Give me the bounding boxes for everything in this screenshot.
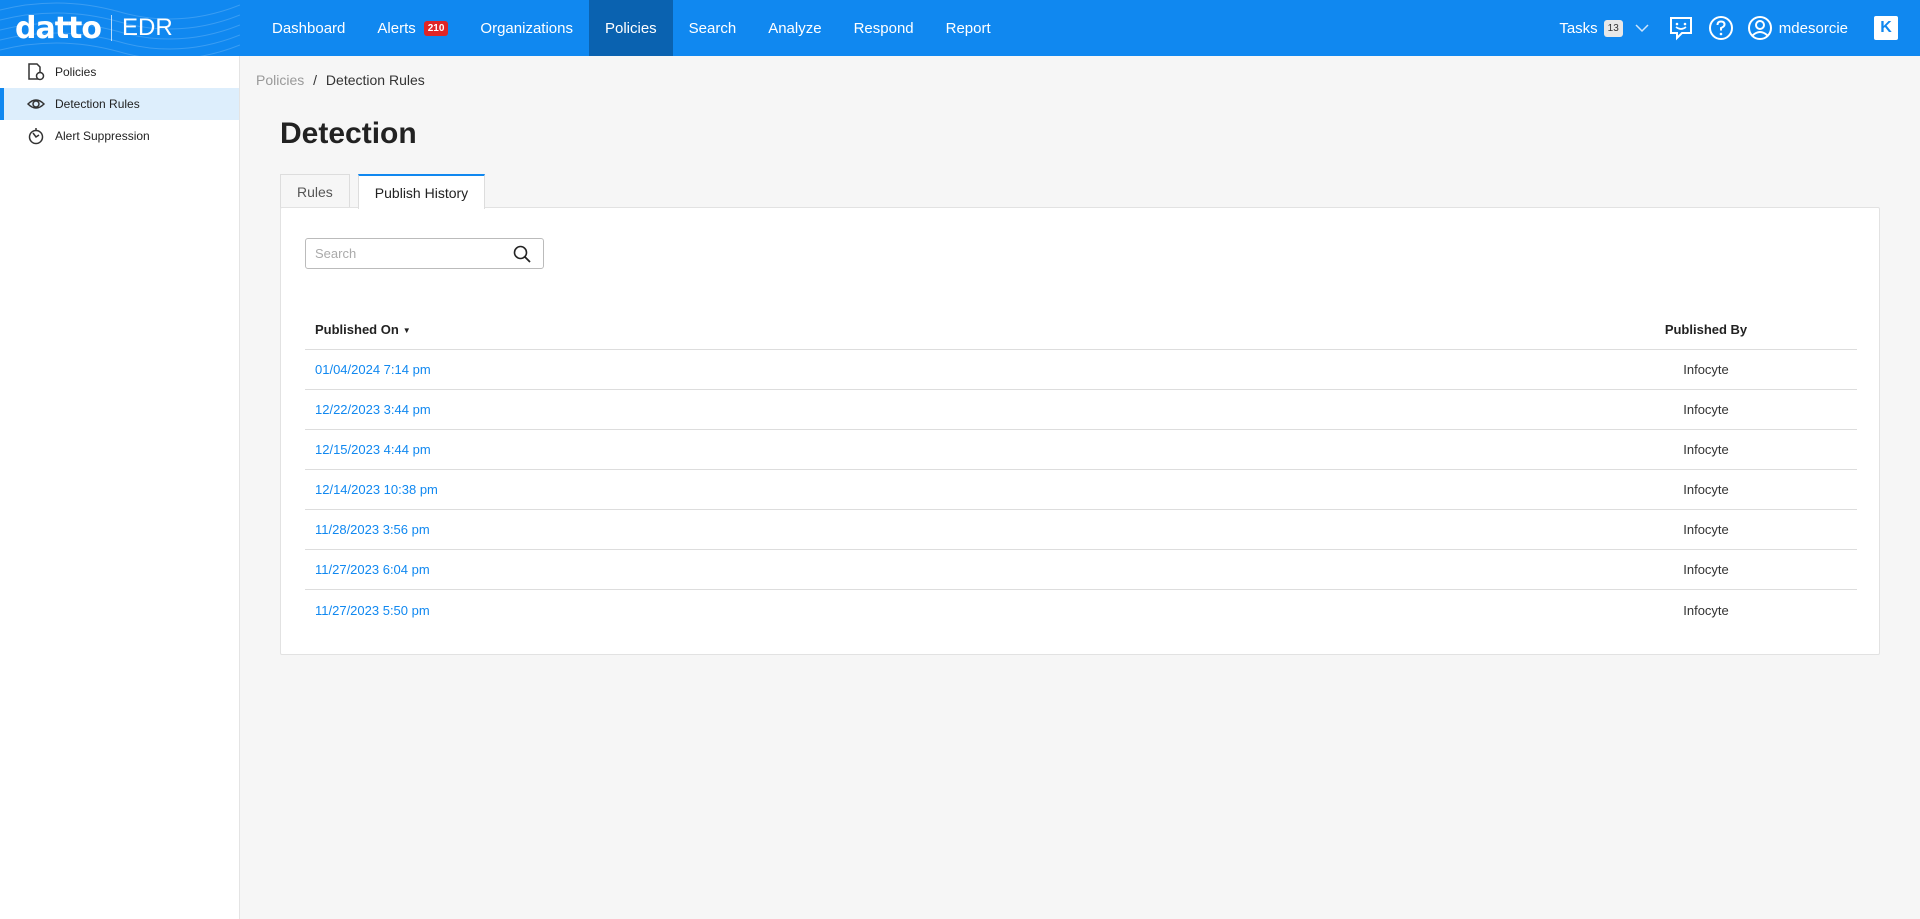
nav-policies[interactable]: Policies — [588, 0, 673, 56]
published-by-cell: Infocyte — [1683, 562, 1729, 577]
nav-dashboard[interactable]: Dashboard — [256, 0, 361, 56]
tasks-count-badge: 13 — [1603, 19, 1623, 37]
brand-logo[interactable]: datto EDR — [0, 0, 240, 56]
sidebar-item-policies[interactable]: Policies — [0, 56, 239, 88]
main-menu: Dashboard Alerts 210 Organizations Polic… — [256, 0, 1007, 56]
top-nav: datto EDR Dashboard Alerts 210 Organizat… — [0, 0, 1920, 56]
suppression-icon — [28, 128, 44, 145]
table-row: 11/28/2023 3:56 pm Infocyte — [305, 510, 1857, 550]
policy-icon — [28, 63, 45, 81]
user-avatar-icon — [1747, 16, 1772, 40]
kaseya-logo[interactable]: K — [1874, 16, 1898, 40]
table-row: 01/04/2024 7:14 pm Infocyte — [305, 350, 1857, 390]
published-by-cell: Infocyte — [1683, 362, 1729, 377]
sidebar-item-alert-suppression[interactable]: Alert Suppression — [0, 120, 239, 152]
table-header: Published On ▼ Published By — [305, 310, 1857, 350]
published-by-cell: Infocyte — [1683, 482, 1729, 497]
column-header-published-on[interactable]: Published On ▼ — [305, 322, 1605, 337]
username: mdesorcie — [1778, 19, 1848, 37]
published-on-link[interactable]: 12/22/2023 3:44 pm — [305, 402, 1605, 417]
user-menu[interactable]: mdesorcie — [1747, 15, 1848, 41]
feedback-icon — [1669, 17, 1692, 41]
sort-caret-icon: ▼ — [402, 326, 411, 336]
table-row: 11/27/2023 6:04 pm Infocyte — [305, 550, 1857, 590]
table-row: 12/22/2023 3:44 pm Infocyte — [305, 390, 1857, 430]
eye-icon — [27, 99, 45, 109]
published-by-cell: Infocyte — [1683, 602, 1729, 618]
nav-respond[interactable]: Respond — [838, 0, 930, 56]
nav-report[interactable]: Report — [930, 0, 1007, 56]
chevron-down-icon — [1635, 24, 1649, 33]
publish-history-table: Published On ▼ Published By 01/04/2024 7:… — [305, 310, 1857, 630]
published-by-cell: Infocyte — [1683, 522, 1729, 537]
table-row: 12/14/2023 10:38 pm Infocyte — [305, 470, 1857, 510]
brand-name: datto — [15, 10, 102, 46]
search-icon[interactable] — [513, 245, 531, 263]
published-on-link[interactable]: 11/27/2023 6:04 pm — [305, 562, 1605, 577]
nav-organizations[interactable]: Organizations — [464, 0, 589, 56]
brand-divider — [111, 15, 113, 41]
nav-right-tools: Tasks 13 mdesorcie K — [1559, 0, 1920, 56]
nav-search[interactable]: Search — [673, 0, 753, 56]
tabs: Rules Publish History — [280, 174, 493, 209]
search-input[interactable] — [306, 239, 506, 268]
sidebar: Policies Detection Rules Alert Suppressi… — [0, 56, 240, 919]
breadcrumb-policies-link[interactable]: Policies — [256, 72, 304, 88]
breadcrumb: Policies / Detection Rules — [256, 72, 425, 88]
published-on-link[interactable]: 12/15/2023 4:44 pm — [305, 442, 1605, 457]
published-on-link[interactable]: 01/04/2024 7:14 pm — [305, 362, 1605, 377]
table-row: 12/15/2023 4:44 pm Infocyte — [305, 430, 1857, 470]
column-header-published-by: Published By — [1664, 322, 1748, 337]
breadcrumb-separator: / — [313, 72, 318, 88]
tab-publish-history[interactable]: Publish History — [357, 174, 486, 209]
published-on-link[interactable]: 11/28/2023 3:56 pm — [305, 522, 1605, 537]
help-button[interactable] — [1706, 0, 1736, 56]
published-on-link[interactable]: 12/14/2023 10:38 pm — [305, 482, 1605, 497]
sidebar-item-detection-rules[interactable]: Detection Rules — [0, 88, 239, 120]
published-by-cell: Infocyte — [1683, 442, 1729, 457]
nav-analyze[interactable]: Analyze — [752, 0, 837, 56]
tab-rules[interactable]: Rules — [280, 174, 350, 208]
feedback-button[interactable] — [1666, 0, 1696, 56]
published-on-link[interactable]: 11/27/2023 5:50 pm — [305, 603, 1605, 618]
published-by-cell: Infocyte — [1683, 402, 1729, 417]
search-box — [305, 238, 544, 269]
tasks-dropdown[interactable]: Tasks 13 — [1559, 19, 1649, 37]
product-name: EDR — [122, 14, 173, 41]
help-icon — [1708, 16, 1733, 40]
alerts-count-badge: 210 — [423, 20, 449, 36]
table-row: 11/27/2023 5:50 pm Infocyte — [305, 590, 1857, 630]
publish-history-panel: Published On▼ Published By 01/04/2024 7:… — [280, 207, 1880, 655]
breadcrumb-current: Detection Rules — [325, 72, 425, 88]
nav-alerts[interactable]: Alerts 210 — [361, 0, 464, 56]
page-title: Detection — [280, 117, 417, 150]
